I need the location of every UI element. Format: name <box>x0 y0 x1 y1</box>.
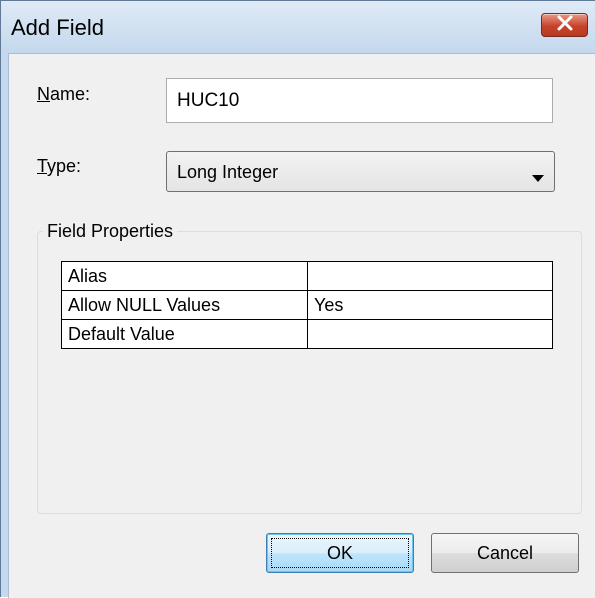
property-value[interactable]: Yes <box>307 290 553 320</box>
window-title: Add Field <box>11 15 104 40</box>
property-value[interactable] <box>307 261 553 291</box>
name-input[interactable]: HUC10 <box>166 78 553 123</box>
property-name: Allow NULL Values <box>61 290 308 320</box>
name-label: Name: <box>37 84 91 104</box>
cancel-button-label: Cancel <box>476 542 534 563</box>
add-field-dialog: Add Field Name: HUC10 Type: Long Integer… <box>0 0 595 598</box>
name-input-value: HUC10 <box>177 90 240 111</box>
table-row[interactable]: Alias <box>61 261 553 291</box>
close-button[interactable] <box>541 13 588 37</box>
type-label: Type: <box>37 156 82 176</box>
table-row[interactable]: Allow NULL Values Yes <box>61 290 553 320</box>
property-name: Alias <box>61 261 308 291</box>
type-dropdown-value: Long Integer <box>177 162 279 182</box>
close-icon <box>556 15 574 36</box>
property-value[interactable] <box>307 319 553 349</box>
ok-button[interactable]: OK <box>266 533 414 573</box>
focus-rectangle <box>271 538 409 568</box>
field-properties-title: Field Properties <box>43 221 178 242</box>
title-bar[interactable]: Add Field <box>1 1 595 53</box>
chevron-down-icon <box>532 167 544 188</box>
table-row[interactable]: Default Value <box>61 319 553 349</box>
property-name: Default Value <box>61 319 308 349</box>
cancel-button[interactable]: Cancel <box>431 533 579 573</box>
field-properties-table: Alias Allow NULL Values Yes Default Valu… <box>61 261 553 349</box>
type-dropdown[interactable]: Long Integer <box>166 151 555 192</box>
